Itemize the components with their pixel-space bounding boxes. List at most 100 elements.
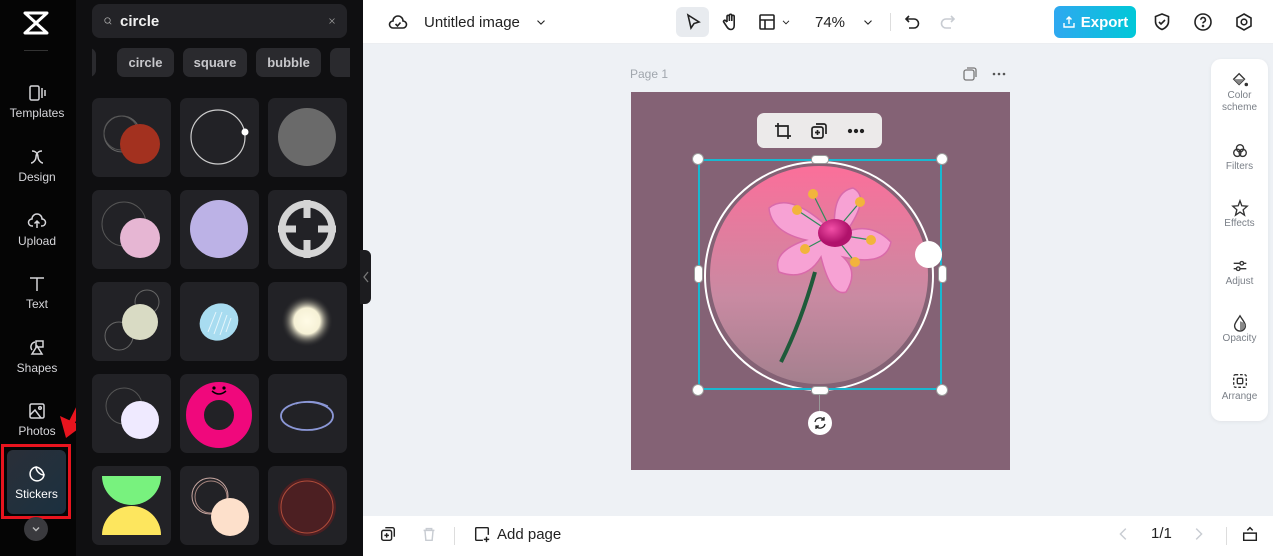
filters-label: Filters bbox=[1225, 161, 1254, 172]
opacity-button[interactable]: Opacity bbox=[1211, 314, 1268, 344]
prev-page-button[interactable] bbox=[1115, 525, 1133, 543]
rail-item-upload[interactable]: Upload bbox=[4, 200, 70, 258]
undo-button[interactable] bbox=[899, 7, 925, 37]
effects-button[interactable]: Effects bbox=[1211, 199, 1268, 229]
more-options-icon[interactable] bbox=[846, 121, 866, 141]
rail-item-design[interactable]: Design bbox=[4, 136, 70, 194]
trash-icon bbox=[423, 527, 435, 542]
rotate-connector bbox=[819, 395, 820, 411]
next-page-button[interactable] bbox=[1189, 525, 1207, 543]
sticker-glow-circle[interactable] bbox=[268, 282, 347, 361]
sticker-peach-circles[interactable] bbox=[180, 466, 259, 545]
opacity-label: Opacity bbox=[1222, 333, 1257, 344]
text-icon bbox=[30, 276, 44, 291]
filters-icon bbox=[1232, 144, 1247, 158]
sticker-gray-circle[interactable] bbox=[268, 98, 347, 177]
scheme-label: scheme bbox=[1221, 102, 1257, 113]
crop-icon[interactable] bbox=[773, 121, 793, 141]
shapes-icon bbox=[30, 339, 44, 355]
more-tools-button[interactable] bbox=[24, 517, 48, 541]
rail-item-label: Upload bbox=[17, 233, 57, 248]
resize-handle-bottom[interactable] bbox=[811, 386, 829, 395]
chip-circle[interactable]: circle bbox=[117, 48, 174, 77]
export-label: Export bbox=[1080, 13, 1129, 31]
document-title-button[interactable]: Untitled image bbox=[424, 7, 548, 37]
arrange-icon bbox=[1232, 374, 1247, 388]
rail-item-templates[interactable]: Templates bbox=[4, 72, 70, 130]
zoom-menu-button[interactable]: 74% bbox=[815, 7, 875, 37]
chip-partial[interactable] bbox=[92, 48, 96, 77]
help-button[interactable] bbox=[1190, 7, 1216, 37]
export-button[interactable]: Export bbox=[1054, 6, 1136, 38]
resize-handle-right[interactable] bbox=[938, 265, 947, 283]
circle-crop-handle[interactable] bbox=[915, 241, 942, 268]
sticker-red-circle-outline[interactable] bbox=[92, 98, 171, 177]
adjust-button[interactable]: Adjust bbox=[1211, 257, 1268, 287]
delete-page-button[interactable] bbox=[420, 525, 438, 543]
resize-handle-bottom-right[interactable] bbox=[936, 384, 948, 396]
clear-search-icon[interactable] bbox=[329, 15, 335, 27]
expand-pages-button[interactable] bbox=[1241, 525, 1259, 543]
divider bbox=[1226, 527, 1227, 545]
settings-button[interactable] bbox=[1231, 7, 1257, 37]
rotate-icon bbox=[814, 417, 826, 429]
color-scheme-button[interactable]: Color scheme bbox=[1211, 71, 1268, 113]
color-label: Color bbox=[1227, 90, 1252, 101]
layout-icon bbox=[759, 14, 775, 30]
top-toolbar: Untitled image 74% Export bbox=[363, 0, 1273, 44]
duplicate-icon bbox=[380, 526, 396, 542]
resize-handle-top-right[interactable] bbox=[936, 153, 948, 165]
chevron-left-icon bbox=[1119, 528, 1127, 540]
capcut-logo-icon[interactable] bbox=[22, 10, 50, 36]
sticker-lavender-circle[interactable] bbox=[180, 190, 259, 269]
resize-handle-top[interactable] bbox=[811, 155, 829, 164]
redo-button[interactable] bbox=[935, 7, 961, 37]
document-title: Untitled image bbox=[424, 13, 520, 31]
rotate-handle[interactable] bbox=[808, 411, 832, 435]
adjust-icon bbox=[1233, 260, 1246, 272]
page-more-icon[interactable] bbox=[991, 66, 1007, 82]
sticker-ring-with-dot[interactable] bbox=[180, 98, 259, 177]
chip-bubble[interactable]: bubble bbox=[256, 48, 321, 77]
hand-tool-button[interactable] bbox=[715, 7, 745, 37]
collapse-panel-button[interactable] bbox=[360, 250, 371, 304]
sticker-pink-smiley-ring[interactable] bbox=[180, 374, 259, 453]
sticker-crosshair-circle[interactable] bbox=[268, 190, 347, 269]
page-counter: 1/1 bbox=[1151, 525, 1172, 542]
redo-icon bbox=[940, 15, 956, 29]
chip-partial[interactable] bbox=[330, 48, 350, 77]
sticker-white-circle-outline[interactable] bbox=[92, 374, 171, 453]
chip-square[interactable]: square bbox=[183, 48, 247, 77]
duplicate-page-icon[interactable] bbox=[962, 66, 978, 82]
templates-icon bbox=[29, 84, 46, 101]
filters-button[interactable]: Filters bbox=[1211, 142, 1268, 172]
duplicate-page-button[interactable] bbox=[379, 525, 397, 543]
layout-menu-button[interactable] bbox=[757, 7, 792, 37]
rail-divider bbox=[24, 50, 48, 51]
page-label: Page 1 bbox=[630, 67, 669, 81]
resize-handle-top-left[interactable] bbox=[692, 153, 704, 165]
security-button[interactable] bbox=[1149, 7, 1175, 37]
sticker-pink-circle-outline[interactable] bbox=[92, 190, 171, 269]
photos-icon bbox=[29, 402, 45, 419]
arrange-label: Arrange bbox=[1221, 391, 1258, 402]
search-input[interactable] bbox=[120, 12, 321, 30]
select-tool-button[interactable] bbox=[676, 7, 709, 37]
sticker-half-circles[interactable] bbox=[92, 466, 171, 545]
sticker-sketch-ellipse[interactable] bbox=[268, 374, 347, 453]
rail-item-text[interactable]: Text bbox=[4, 263, 70, 321]
rail-item-label: Photos bbox=[18, 423, 56, 438]
cloud-sync-button[interactable] bbox=[385, 7, 411, 37]
sticker-blue-sketch-circle[interactable] bbox=[180, 282, 259, 361]
resize-handle-bottom-left[interactable] bbox=[692, 384, 704, 396]
rail-item-label: Text bbox=[25, 296, 48, 311]
arrange-button[interactable]: Arrange bbox=[1211, 372, 1268, 402]
effects-label: Effects bbox=[1224, 218, 1255, 229]
rail-item-shapes[interactable]: Shapes bbox=[4, 327, 70, 385]
duplicate-icon[interactable] bbox=[809, 121, 829, 141]
resize-handle-left[interactable] bbox=[694, 265, 703, 283]
sticker-sage-circles[interactable] bbox=[92, 282, 171, 361]
add-page-button[interactable]: Add page bbox=[473, 525, 561, 543]
sticker-maroon-circle[interactable] bbox=[268, 466, 347, 545]
app: Templates Design Upload Text Shapes Phot… bbox=[0, 0, 1273, 556]
